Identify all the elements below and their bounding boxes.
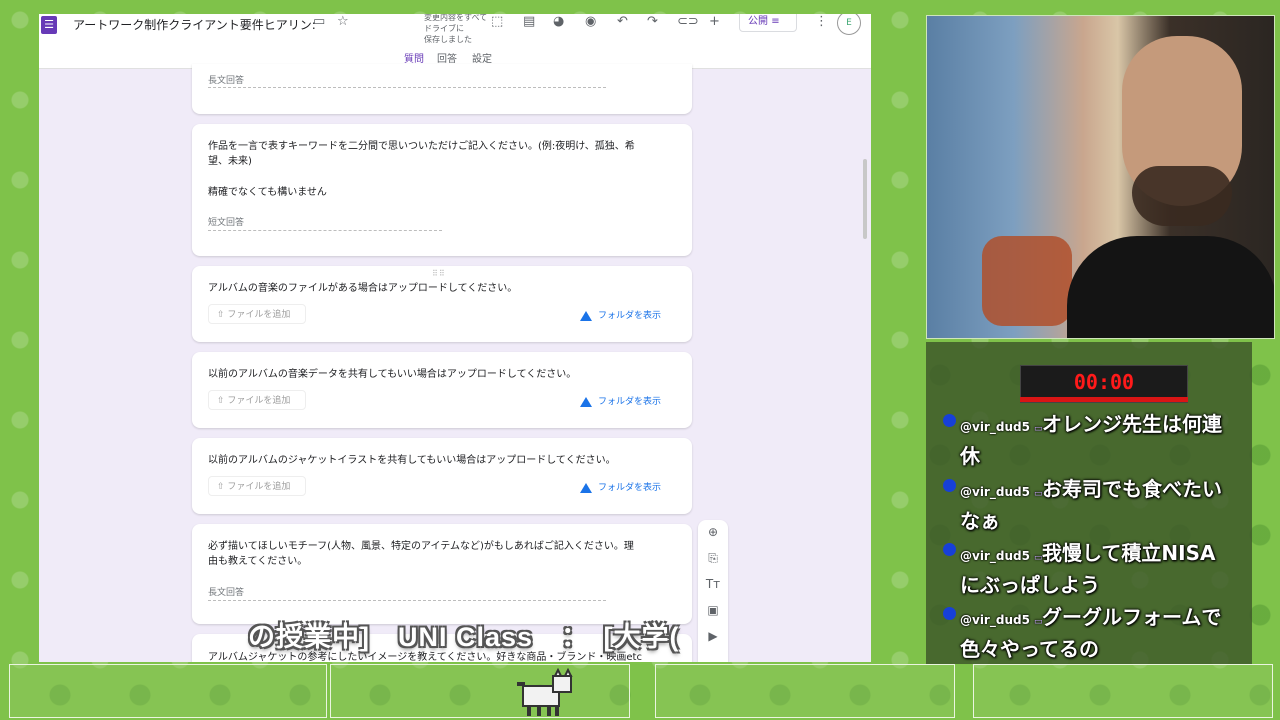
undo-icon[interactable]: ↶ xyxy=(617,14,628,29)
answer-placeholder: 短文回答 xyxy=(208,218,245,228)
drive-icon xyxy=(580,482,592,493)
add-title-icon[interactable]: Tт xyxy=(705,577,721,591)
question-card[interactable]: 必ず描いてほしいモチーフ(人物、風景、特定のアイテムなど)がもしあればご記入くだ… xyxy=(192,524,692,624)
tab-responses[interactable]: 回答 xyxy=(437,50,457,65)
question-toolbar: ⊕ ⎘ Tт ▣ ▶ xyxy=(698,520,728,662)
chat-text: お寿司でも食べたいなぁ xyxy=(960,477,1222,533)
add-file-label: ファイルを追加 xyxy=(227,396,291,406)
add-file-label: ファイルを追加 xyxy=(227,482,291,492)
question-text: アルバムの音楽のファイルがある場合はアップロードしてください。 xyxy=(208,283,518,294)
import-questions-icon[interactable]: ⎘ xyxy=(705,551,721,566)
answer-line xyxy=(208,600,606,601)
bottom-frame xyxy=(330,664,630,718)
chat-text: 我慢して積立NISAにぶっぱしよう xyxy=(960,541,1216,597)
tab-questions[interactable]: 質問 xyxy=(404,50,424,65)
chat-avatar xyxy=(943,607,956,620)
question-text: 以前のアルバムの音楽データを共有してもいい場合はアップロードしてください。 xyxy=(208,369,577,380)
addon-icon[interactable]: ⬚ xyxy=(491,14,503,29)
upload-icon: ⇧ xyxy=(217,310,228,320)
question-card[interactable]: 以前のアルバムの音楽データを共有してもいい場合はアップロードしてください。 ⇧ … xyxy=(192,352,692,428)
upload-icon: ⇧ xyxy=(217,482,228,492)
add-file-button[interactable]: ⇧ ファイルを追加 xyxy=(208,304,306,324)
dragon-poster xyxy=(982,236,1072,326)
view-folder-link[interactable]: フォルダを表示 xyxy=(580,480,661,493)
webcam-feed xyxy=(926,15,1275,339)
view-folder-label: フォルダを表示 xyxy=(598,397,662,407)
streamer-beard xyxy=(1132,166,1232,226)
forms-header: ☰ アートワーク制作クライアント要件ヒアリン: ▭ ☆ 変更内容をすべてドライブ… xyxy=(39,14,871,69)
answer-line xyxy=(208,87,606,88)
publish-button[interactable]: 公開 ≡ xyxy=(739,14,797,32)
answer-placeholder: 長文回答 xyxy=(208,588,245,598)
question-text-line: 望、未来) xyxy=(208,156,252,167)
star-icon[interactable]: ☆ xyxy=(337,14,349,29)
add-image-icon[interactable]: ▣ xyxy=(705,603,721,617)
streamer-body xyxy=(1067,236,1274,338)
add-question-icon[interactable]: ⊕ xyxy=(705,525,721,539)
forms-window: ☰ アートワーク制作クライアント要件ヒアリン: ▭ ☆ 変更内容をすべてドライブ… xyxy=(39,14,871,662)
autosave-line2: 保存しました xyxy=(424,35,472,44)
forms-logo-icon[interactable]: ☰ xyxy=(41,16,57,34)
bottom-frame xyxy=(973,664,1273,718)
pixel-cat-icon xyxy=(517,668,573,716)
more-icon[interactable]: ⋮ xyxy=(815,14,828,29)
add-file-button[interactable]: ⇧ ファイルを追加 xyxy=(208,476,306,496)
link-icon[interactable]: ⊂⊃ xyxy=(677,14,699,29)
question-text-line: 必ず描いてほしいモチーフ(人物、風景、特定のアイテムなど)がもしあればご記入くだ… xyxy=(208,541,634,552)
chat-avatar xyxy=(943,479,956,492)
template-icon[interactable]: ▤ xyxy=(523,14,535,29)
redo-icon[interactable]: ↷ xyxy=(647,14,658,29)
palette-icon[interactable]: ◕ xyxy=(553,14,564,29)
chat-avatar xyxy=(943,414,956,427)
view-folder-label: フォルダを表示 xyxy=(598,311,662,321)
add-file-label: ファイルを追加 xyxy=(227,310,291,320)
scrollbar[interactable] xyxy=(863,159,867,239)
answer-placeholder: 長文回答 xyxy=(208,76,245,86)
drive-icon xyxy=(580,310,592,321)
view-folder-label: フォルダを表示 xyxy=(598,483,662,493)
chat-text: グーグルフォームで色々やってるの xyxy=(960,605,1222,661)
view-folder-link[interactable]: フォルダを表示 xyxy=(580,308,661,321)
view-folder-link[interactable]: フォルダを表示 xyxy=(580,394,661,407)
form-title[interactable]: アートワーク制作クライアント要件ヒアリン: xyxy=(73,16,316,33)
question-text-line: 由も教えてください。 xyxy=(208,556,308,567)
add-video-icon[interactable]: ▶ xyxy=(705,629,721,643)
bottom-frame xyxy=(655,664,955,718)
upload-icon: ⇧ xyxy=(217,396,228,406)
tab-settings[interactable]: 設定 xyxy=(472,50,492,65)
chat-text: オレンジ先生は何連休 xyxy=(960,412,1222,468)
folder-icon[interactable]: ▭ xyxy=(313,14,325,29)
question-card[interactable]: 作品を一言で表すキーワードを二分間で思いついただけご記入ください。(例:夜明け、… xyxy=(192,124,692,256)
avatar[interactable]: E xyxy=(837,14,861,35)
timer-bar xyxy=(1020,397,1188,402)
question-text-line: 作品を一言で表すキーワードを二分間で思いついただけご記入ください。(例:夜明け、… xyxy=(208,141,635,152)
question-card[interactable]: 長文回答 xyxy=(192,64,692,114)
add-person-icon[interactable]: + xyxy=(709,14,720,29)
publish-label: 公開 xyxy=(748,16,768,27)
drag-handle-icon[interactable]: ⠿⠿ xyxy=(432,269,446,278)
answer-line xyxy=(208,230,442,231)
question-card[interactable]: ⠿⠿ アルバムの音楽のファイルがある場合はアップロードしてください。 ⇧ ファイ… xyxy=(192,266,692,342)
question-text: 以前のアルバムのジャケットイラストを共有してもいい場合はアップロードしてください… xyxy=(208,455,616,466)
add-file-button[interactable]: ⇧ ファイルを追加 xyxy=(208,390,306,410)
eye-icon[interactable]: ◉ xyxy=(585,14,596,29)
class-ticker: の授業中] UNI Class ： [大学( xyxy=(248,622,680,652)
settings-sliders-icon: ≡ xyxy=(771,16,780,27)
bottom-frame xyxy=(9,664,327,718)
question-description: 精確でなくても構いません xyxy=(208,187,327,198)
autosave-status: 変更内容をすべてドライブに 保存しました xyxy=(424,14,494,45)
chat-avatar xyxy=(943,543,956,556)
autosave-line1: 変更内容をすべてドライブに xyxy=(424,14,488,33)
question-card[interactable]: 以前のアルバムのジャケットイラストを共有してもいい場合はアップロードしてください… xyxy=(192,438,692,514)
drive-icon xyxy=(580,396,592,407)
